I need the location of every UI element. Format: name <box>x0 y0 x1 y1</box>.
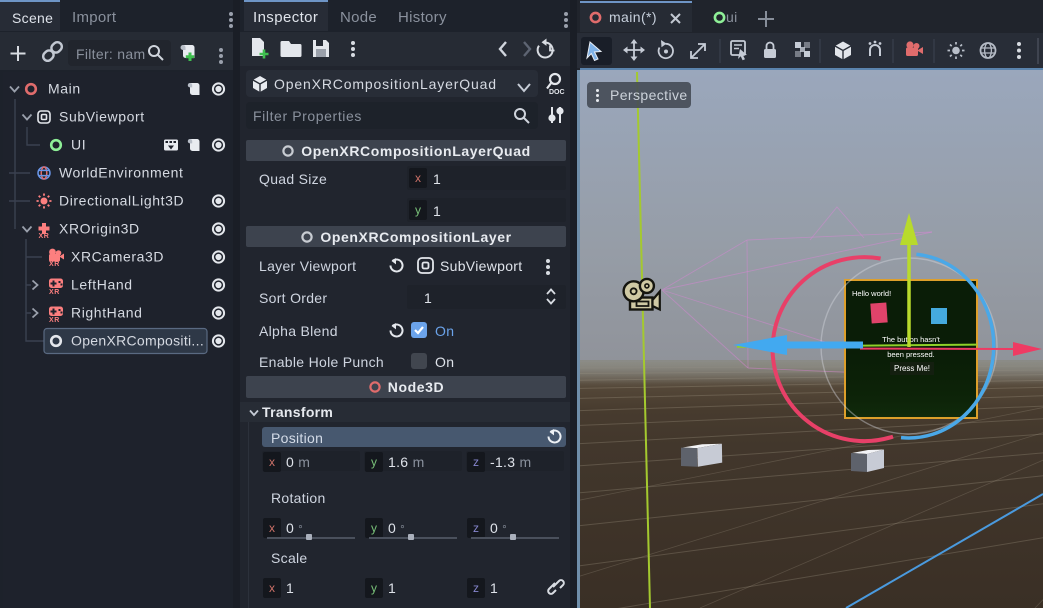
svg-text:XRCamera3D: XRCamera3D <box>71 249 164 265</box>
svg-text:RightHand: RightHand <box>71 305 143 321</box>
svg-text:UI: UI <box>71 137 86 153</box>
svg-text:LeftHand: LeftHand <box>71 277 133 293</box>
svg-text:XR: XR <box>49 261 60 268</box>
svg-text:XR: XR <box>39 233 50 240</box>
svg-text:Main: Main <box>48 81 81 97</box>
svg-text:SubViewport: SubViewport <box>59 109 145 125</box>
svg-text:DOC: DOC <box>549 89 565 96</box>
svg-text:OpenXRCompositi...: OpenXRCompositi... <box>71 333 204 349</box>
svg-text:XR: XR <box>49 317 60 324</box>
svg-text:WorldEnvironment: WorldEnvironment <box>59 165 184 181</box>
svg-text:DirectionalLight3D: DirectionalLight3D <box>59 193 184 209</box>
svg-text:XROrigin3D: XROrigin3D <box>59 221 140 237</box>
svg-text:XR: XR <box>49 289 60 296</box>
